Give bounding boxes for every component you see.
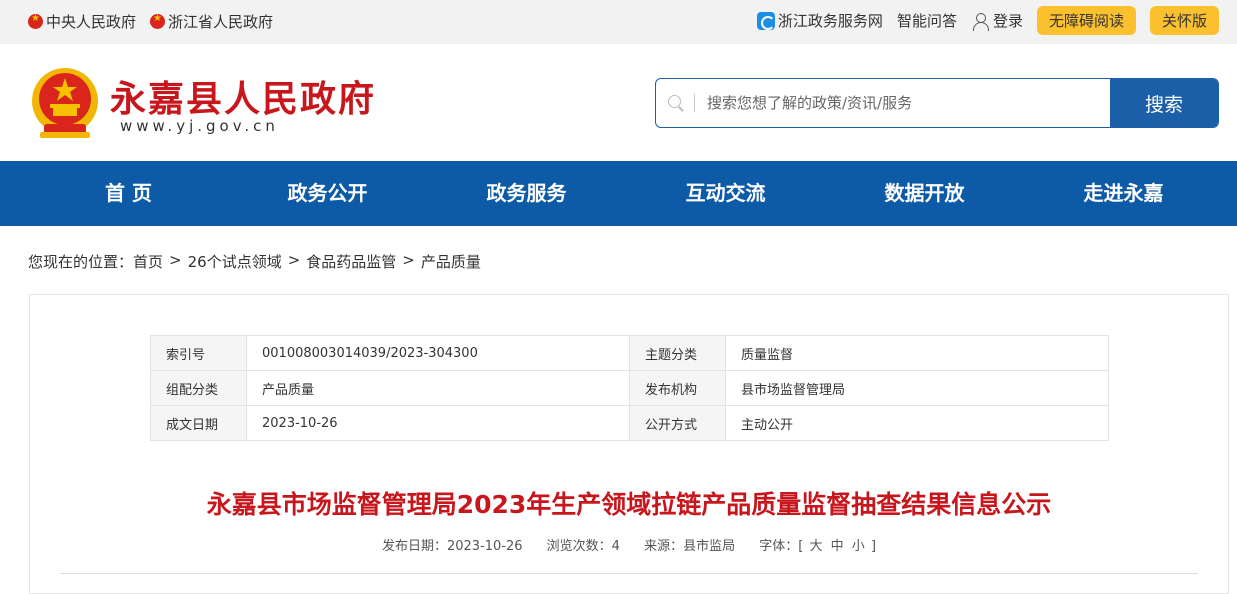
login-label: 登录 <box>992 12 1023 30</box>
nav-item-gov-open[interactable]: 政务公开 <box>228 161 427 226</box>
search-divider <box>694 94 695 112</box>
table-row: 索引号 001008003014039/2023-304300 主题分类 质量监… <box>150 335 1109 371</box>
accessible-reading-button[interactable]: 无障碍阅读 <box>1036 6 1136 35</box>
font-size-label: 字体：[ <box>759 539 804 554</box>
breadcrumb-item-quality[interactable]: 产品质量 <box>421 251 481 272</box>
article-info: 发布日期：2023-10-26 浏览次数：4 来源：县市监局 字体：[ 大 中 … <box>30 535 1228 554</box>
breadcrumb-item-food-drug[interactable]: 食品药品监管 <box>306 251 396 272</box>
table-row: 组配分类 产品质量 发布机构 县市场监督管理局 <box>150 370 1109 406</box>
main-nav: 首 页 政务公开 政务服务 互动交流 数据开放 走进永嘉 <box>0 161 1237 226</box>
link-zhejiang-gov[interactable]: 浙江省人民政府 <box>150 11 273 32</box>
font-size-large-button[interactable]: 大 <box>809 539 822 554</box>
index-value: 001008003014039/2023-304300 <box>246 335 630 371</box>
top-bar: 中央人民政府 浙江省人民政府 浙江政务服务网 智能问答 登录 无障碍阅读 关怀版 <box>0 0 1237 44</box>
link-central-gov-label: 中央人民政府 <box>46 13 137 31</box>
date-label: 成文日期 <box>150 405 247 441</box>
nav-item-about[interactable]: 走进永嘉 <box>1024 161 1223 226</box>
article-source: 来源：县市监局 <box>644 539 736 554</box>
breadcrumb-item-home[interactable]: 首页 <box>133 251 163 272</box>
elder-mode-button[interactable]: 关怀版 <box>1149 6 1219 35</box>
org-value: 县市场监督管理局 <box>725 370 1109 406</box>
breadcrumb-separator: > <box>287 251 301 269</box>
font-size-medium-button[interactable]: 中 <box>831 539 844 554</box>
breadcrumb: 您现在的位置： 首页 > 26个试点领域 > 食品药品监管 > 产品质量 <box>28 251 481 272</box>
font-size-small-button[interactable]: 小 <box>852 539 865 554</box>
topic-value: 质量监督 <box>725 335 1109 371</box>
search-icon <box>668 95 684 111</box>
open-label: 公开方式 <box>629 405 726 441</box>
org-label: 发布机构 <box>629 370 726 406</box>
site-header: 永嘉县人民政府 www.yj.gov.cn 搜索 <box>0 44 1237 161</box>
publish-date: 发布日期：2023-10-26 <box>381 539 523 554</box>
table-row: 成文日期 2023-10-26 公开方式 主动公开 <box>150 405 1109 441</box>
date-value: 2023-10-26 <box>246 405 630 441</box>
search-button[interactable]: 搜索 <box>1110 79 1218 127</box>
login-link[interactable]: 登录 <box>971 10 1023 31</box>
view-count: 浏览次数：4 <box>546 539 620 554</box>
breadcrumb-prefix: 您现在的位置： <box>28 253 134 271</box>
group-label: 组配分类 <box>150 370 247 406</box>
divider <box>60 573 1198 574</box>
user-icon <box>971 12 989 31</box>
national-emblem-logo[interactable] <box>30 66 100 140</box>
topic-label: 主题分类 <box>629 335 726 371</box>
open-value: 主动公开 <box>725 405 1109 441</box>
nav-item-open-data[interactable]: 数据开放 <box>825 161 1024 226</box>
metadata-table: 索引号 001008003014039/2023-304300 主题分类 质量监… <box>150 335 1109 441</box>
link-zjzw[interactable]: 浙江政务服务网 <box>756 10 883 31</box>
search-input[interactable] <box>707 94 1087 112</box>
zjzw-icon <box>756 11 775 30</box>
index-label: 索引号 <box>150 335 247 371</box>
breadcrumb-item-pilot[interactable]: 26个试点领域 <box>188 251 282 272</box>
link-zhejiang-gov-label: 浙江省人民政府 <box>168 13 274 31</box>
link-zjzw-label: 浙江政务服务网 <box>777 12 883 30</box>
nav-item-interaction[interactable]: 互动交流 <box>626 161 825 226</box>
national-emblem-icon <box>150 13 166 29</box>
link-smart-qa[interactable]: 智能问答 <box>897 10 957 31</box>
article-title: 永嘉县市场监督管理局2023年生产领域拉链产品质量监督抽查结果信息公示 <box>206 490 1052 519</box>
nav-item-gov-service[interactable]: 政务服务 <box>427 161 626 226</box>
font-size-control: 字体：[ 大 中 小 ] <box>759 539 876 554</box>
site-url: www.yj.gov.cn <box>120 117 279 135</box>
link-central-gov[interactable]: 中央人民政府 <box>28 11 136 32</box>
site-title[interactable]: 永嘉县人民政府 <box>110 70 376 122</box>
group-value: 产品质量 <box>246 370 630 406</box>
national-emblem-icon <box>28 13 43 29</box>
breadcrumb-separator: > <box>402 251 415 269</box>
article-container: 索引号 001008003014039/2023-304300 主题分类 质量监… <box>29 294 1229 594</box>
font-size-end: ] <box>870 539 877 554</box>
nav-item-home[interactable]: 首 页 <box>29 161 228 226</box>
search-bar: 搜索 <box>655 78 1219 128</box>
breadcrumb-separator: > <box>169 251 182 269</box>
